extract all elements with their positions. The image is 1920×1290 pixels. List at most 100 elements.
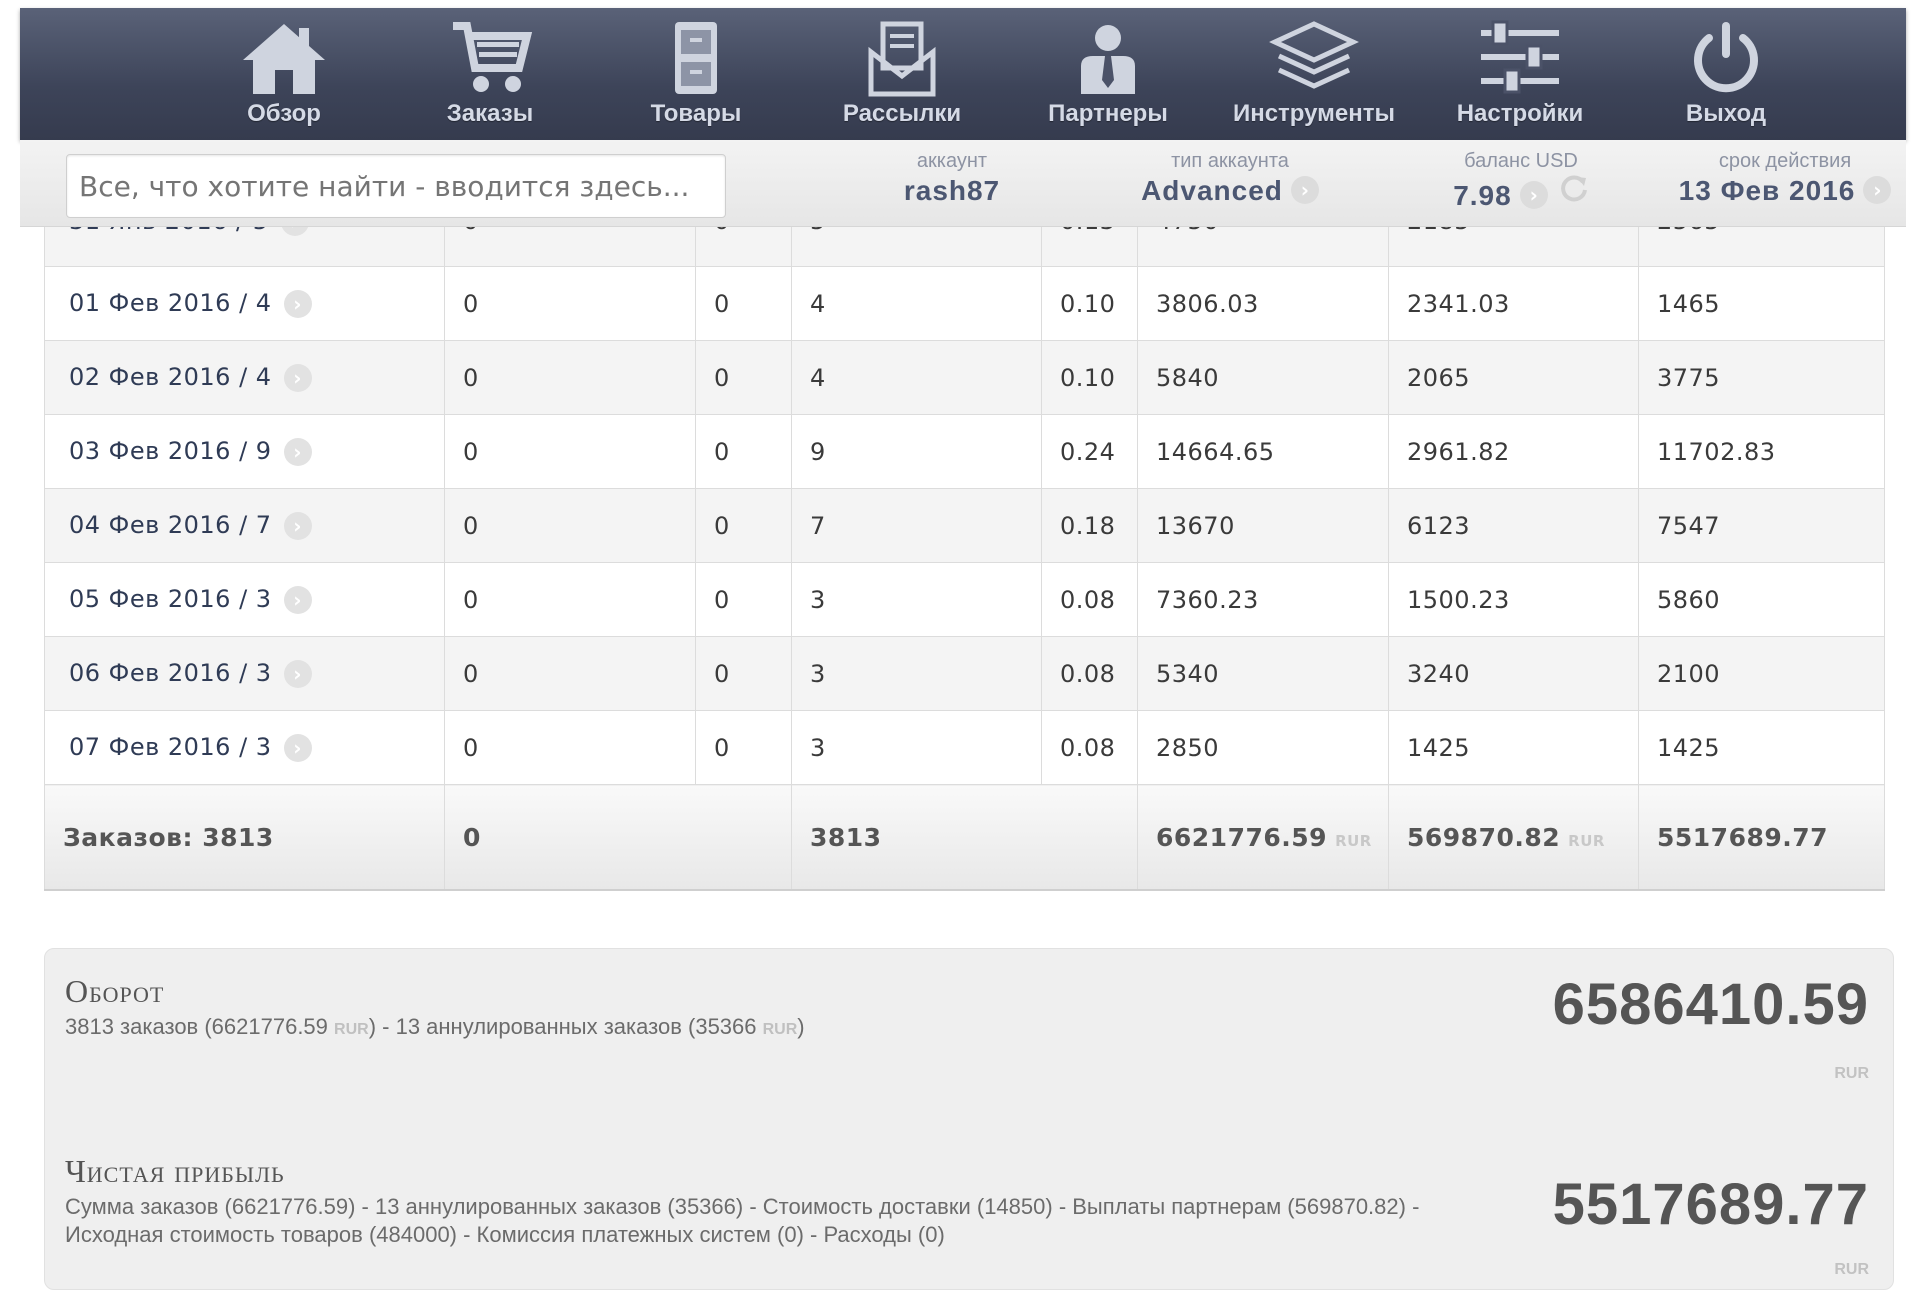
account-type-arrow-icon[interactable]: › xyxy=(1290,176,1319,204)
nav-label: Заказы xyxy=(446,100,534,127)
cell-text: 3 xyxy=(810,659,826,688)
total-text: 5517689.77 xyxy=(1657,822,1829,852)
cell-text: 2065 xyxy=(1407,363,1471,392)
cell-text: 3775 xyxy=(1657,363,1721,392)
turnover-desc-a: 3813 заказов (6621776.59 xyxy=(65,1014,335,1039)
row-arrow-icon[interactable]: › xyxy=(283,364,312,392)
account-info: аккаунт rash87 xyxy=(842,150,1062,207)
cell-c6: 2961.82 xyxy=(1388,414,1639,489)
cell-c2: 0 xyxy=(695,636,792,711)
nav-label: Инструменты xyxy=(1232,100,1396,127)
table-row: 05 Фев 2016 / 3 › 0 0 3 0.08 7360.23 1500.23 586… xyxy=(44,562,1885,637)
cell-c6: 2065 xyxy=(1388,340,1639,415)
nav-overview[interactable]: Обзор xyxy=(184,14,384,138)
cell-c4: 0.08 xyxy=(1041,636,1138,711)
account-type-caption: тип аккаунта xyxy=(1171,150,1289,172)
row-arrow-icon[interactable]: › xyxy=(283,734,312,762)
expiry-caption: срок действия xyxy=(1718,150,1852,172)
total-c6: 569870.82 RUR xyxy=(1388,784,1639,891)
cell-date: 03 Фев 2016 / 9 › xyxy=(44,414,445,489)
row-arrow-icon[interactable]: › xyxy=(283,290,312,318)
total-text: 569870.82 xyxy=(1407,822,1561,852)
row-arrow-icon[interactable]: › xyxy=(283,660,312,688)
nav-partners[interactable]: Партнеры xyxy=(1008,14,1208,138)
top-navigation: Обзор Заказы Товары Рассылки Партнеры Ин… xyxy=(20,8,1906,140)
account-name: rash87 xyxy=(903,175,1001,206)
nav-label: Рассылки xyxy=(842,100,962,127)
cell-c3: 3 xyxy=(791,636,1042,711)
turnover-value: 6586410.59 xyxy=(1552,972,1869,1037)
cell-c1: 0 xyxy=(444,488,696,563)
cell-text: 0 xyxy=(714,289,730,318)
profit-desc-line2: Исходная стоимость товаров (484000) - Ко… xyxy=(65,1222,945,1247)
cell-c4: 0.24 xyxy=(1041,414,1138,489)
cell-c3: 4 xyxy=(791,266,1042,341)
nav-products[interactable]: Товары xyxy=(596,14,796,138)
cell-text: 5840 xyxy=(1156,363,1220,392)
profit-value: 5517689.77 xyxy=(1552,1172,1869,1237)
row-arrow-icon[interactable]: › xyxy=(283,438,312,466)
refresh-icon[interactable] xyxy=(1559,173,1589,203)
cell-c4: 0.18 xyxy=(1041,488,1138,563)
nav-logout[interactable]: Выход xyxy=(1626,14,1826,138)
cell-text: 0 xyxy=(463,511,479,540)
nav-tools[interactable]: Инструменты xyxy=(1214,14,1414,138)
total-text: 6621776.59 xyxy=(1156,822,1328,852)
cell-text: 02 Фев 2016 / 4 xyxy=(69,363,272,391)
cell-c1: 0 xyxy=(444,636,696,711)
cell-date: 01 Фев 2016 / 4 › xyxy=(44,266,445,341)
cell-text: 13670 xyxy=(1156,511,1235,540)
currency-label: RUR xyxy=(1335,831,1372,850)
nav-orders[interactable]: Заказы xyxy=(390,14,590,138)
total-c3: 3813 xyxy=(791,784,1138,891)
cell-c1: 0 xyxy=(444,414,696,489)
mail-icon xyxy=(868,21,936,97)
cell-text: 2100 xyxy=(1657,659,1721,688)
row-arrow-icon[interactable]: › xyxy=(283,586,312,614)
account-info-bar: аккаунт rash87 тип аккаунта Advanced› ба… xyxy=(20,140,1906,227)
currency-label: RUR xyxy=(334,1021,369,1038)
cell-text: 4 xyxy=(810,363,826,392)
total-c1: 0 xyxy=(444,784,792,891)
cell-c6: 2341.03 xyxy=(1388,266,1639,341)
cell-text: 0.24 xyxy=(1060,437,1116,466)
expiry-info: срок действия 13 Фев 2016 › xyxy=(1660,150,1910,207)
cell-c5: 13670 xyxy=(1137,488,1389,563)
partner-icon xyxy=(1081,25,1135,94)
table-row: 02 Фев 2016 / 4 › 0 0 4 0.10 5840 2065 3775 xyxy=(44,340,1885,415)
balance-arrow-icon[interactable]: › xyxy=(1519,181,1548,209)
nav-settings[interactable]: Настройки xyxy=(1420,14,1620,138)
nav-label: Партнеры xyxy=(1048,100,1168,127)
cell-c5: 5340 xyxy=(1137,636,1389,711)
cell-c7: 11702.83 xyxy=(1638,414,1885,489)
cell-text: 14664.65 xyxy=(1156,437,1275,466)
cell-c6: 1500.23 xyxy=(1388,562,1639,637)
cell-c2: 0 xyxy=(695,340,792,415)
nav-label: Настройки xyxy=(1456,100,1584,127)
cell-c6: 1425 xyxy=(1388,710,1639,785)
cell-date: 04 Фев 2016 / 7 › xyxy=(44,488,445,563)
cell-c4: 0.08 xyxy=(1041,710,1138,785)
nav-label: Выход xyxy=(1685,100,1767,127)
cell-text: 0 xyxy=(463,289,479,318)
cell-text: 0 xyxy=(463,585,479,614)
search-input[interactable] xyxy=(66,154,726,218)
cabinet-icon xyxy=(675,22,717,94)
cell-c2: 0 xyxy=(695,562,792,637)
nav-mailing[interactable]: Рассылки xyxy=(802,14,1002,138)
cell-text: 1425 xyxy=(1407,733,1471,762)
cell-text: 11702.83 xyxy=(1657,437,1776,466)
cell-c5: 5840 xyxy=(1137,340,1389,415)
cell-text: 2341.03 xyxy=(1407,289,1510,318)
cell-c3: 9 xyxy=(791,414,1042,489)
layers-icon xyxy=(1269,21,1359,89)
cell-text: 0 xyxy=(714,363,730,392)
cell-text: 3 xyxy=(810,585,826,614)
expiry-arrow-icon[interactable]: › xyxy=(1863,176,1892,204)
total-text: 3813 xyxy=(810,822,882,852)
row-arrow-icon[interactable]: › xyxy=(283,512,312,540)
account-type-value: Advanced xyxy=(1141,175,1283,206)
cell-text: 3 xyxy=(810,733,826,762)
cell-text: 0.10 xyxy=(1060,289,1116,318)
cell-c4: 0.10 xyxy=(1041,266,1138,341)
